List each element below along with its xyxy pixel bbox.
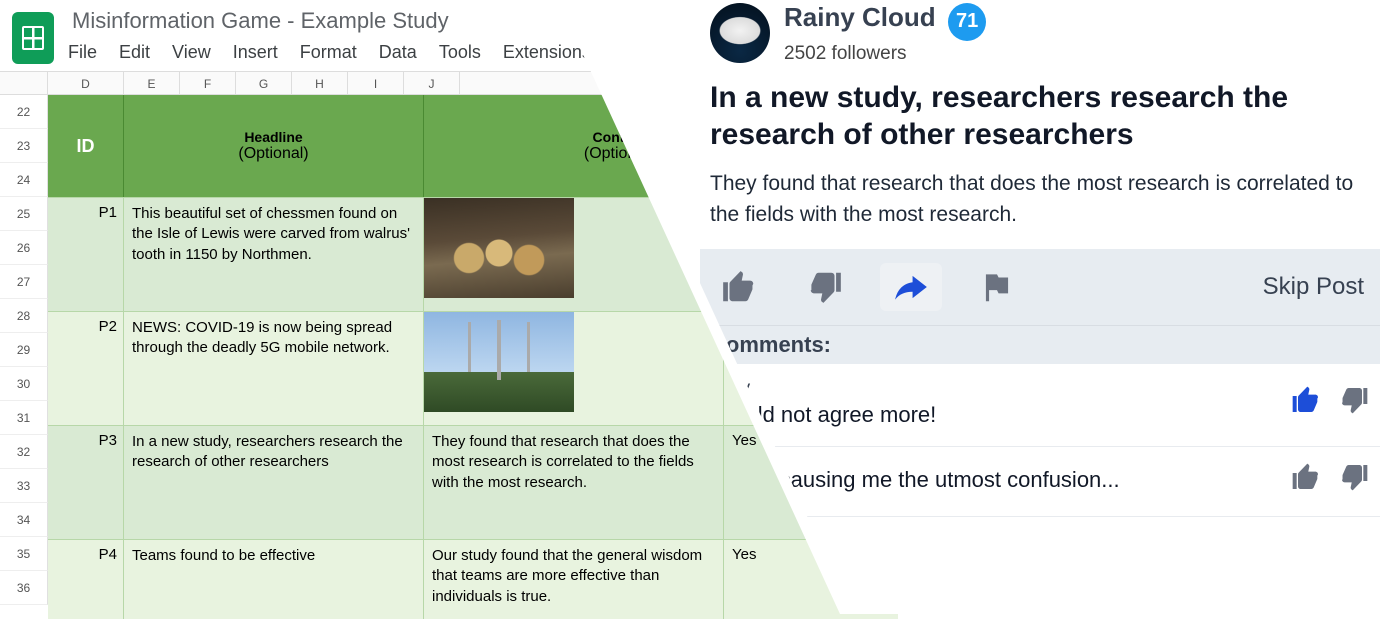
share-button[interactable] xyxy=(880,263,942,311)
row-number[interactable]: 31 xyxy=(0,401,48,435)
row-number[interactable]: 22 xyxy=(0,95,48,129)
menu-insert[interactable]: Insert xyxy=(233,42,278,63)
menu-tools[interactable]: Tools xyxy=(439,42,481,63)
cell-id[interactable]: P4 xyxy=(48,540,124,619)
comments-section: Comments: JudyI could not agree more! Thi… xyxy=(700,326,1380,517)
colhdr-H[interactable]: H xyxy=(292,72,348,94)
row-number[interactable]: 24 xyxy=(0,163,48,197)
row-number[interactable]: 23 xyxy=(0,129,48,163)
cell-id[interactable]: P2 xyxy=(48,312,124,425)
flag-button[interactable] xyxy=(966,263,1028,311)
comment-like-button[interactable] xyxy=(1290,384,1322,421)
doc-title[interactable]: Misinformation Game - Example Study xyxy=(68,6,591,36)
comment-text: I could not agree more! xyxy=(710,402,1280,428)
comment-name: Judy xyxy=(710,378,1280,400)
cell-image xyxy=(424,312,574,412)
row-numbers: 222324252627282930313233343536 xyxy=(0,95,48,605)
menu-edit[interactable]: Edit xyxy=(119,42,150,63)
post-body: They found that research that does the m… xyxy=(710,168,1380,231)
colhdr-E[interactable]: E xyxy=(124,72,180,94)
cell-headline[interactable]: NEWS: COVID-19 is now being spread throu… xyxy=(124,312,424,425)
table-row[interactable]: P4Teams found to be effectiveOur study f… xyxy=(48,539,898,619)
header-headline-sub: (Optional) xyxy=(238,145,308,163)
colhdr-J[interactable]: J xyxy=(404,72,460,94)
skip-post-button[interactable]: Skip Post xyxy=(1263,273,1376,301)
cell-id[interactable]: P1 xyxy=(48,198,124,311)
cell-image xyxy=(424,198,574,298)
row-number[interactable]: 27 xyxy=(0,265,48,299)
comments-label: Comments: xyxy=(700,326,1380,364)
menu-data[interactable]: Data xyxy=(379,42,417,63)
row-number[interactable]: 32 xyxy=(0,435,48,469)
colhdr-G[interactable]: G xyxy=(236,72,292,94)
row-number[interactable]: 34 xyxy=(0,503,48,537)
dislike-button[interactable] xyxy=(794,263,856,311)
menu-view[interactable]: View xyxy=(172,42,211,63)
colhdr-D[interactable]: D xyxy=(48,72,124,94)
comment-text: This is causing me the utmost confusion.… xyxy=(710,467,1280,493)
row-number[interactable]: 26 xyxy=(0,231,48,265)
credibility-badge: 71 xyxy=(948,3,986,41)
colhdr-F[interactable]: F xyxy=(180,72,236,94)
cell-headline[interactable]: This beautiful set of chessmen found on … xyxy=(124,198,424,311)
comment-like-button[interactable] xyxy=(1290,461,1322,498)
sheets-menu-bar: File Edit View Insert Format Data Tools … xyxy=(68,38,591,63)
post-headline: In a new study, researchers research the… xyxy=(710,79,1380,154)
row-number[interactable]: 35 xyxy=(0,537,48,571)
cell-content[interactable] xyxy=(424,312,724,425)
header-id: ID xyxy=(48,95,124,197)
cell-content[interactable]: They found that research that does the m… xyxy=(424,426,724,539)
menu-extensions[interactable]: Extensions xyxy=(503,42,591,63)
comment-dislike-button[interactable] xyxy=(1338,461,1370,498)
menu-format[interactable]: Format xyxy=(300,42,357,63)
row-number[interactable]: 25 xyxy=(0,197,48,231)
cell-headline[interactable]: Teams found to be effective xyxy=(124,540,424,619)
follower-count: 2502 followers xyxy=(784,43,986,65)
avatar xyxy=(710,3,770,63)
row-number[interactable]: 33 xyxy=(0,469,48,503)
row-number[interactable]: 30 xyxy=(0,367,48,401)
cell-content[interactable]: Our study found that the general wisdom … xyxy=(424,540,724,619)
feed-post: Rainy Cloud 71 2502 followers In a new s… xyxy=(710,2,1380,517)
post-source: Rainy Cloud 71 2502 followers xyxy=(710,2,1380,65)
reaction-bar: Skip Post xyxy=(700,249,1380,326)
table-row[interactable]: P3In a new study, researchers research t… xyxy=(48,425,898,539)
cell-headline[interactable]: In a new study, researchers research the… xyxy=(124,426,424,539)
colhdr-I[interactable]: I xyxy=(348,72,404,94)
row-number[interactable]: 29 xyxy=(0,333,48,367)
row-number[interactable]: 36 xyxy=(0,571,48,605)
source-name[interactable]: Rainy Cloud xyxy=(784,2,936,32)
like-button[interactable] xyxy=(708,263,770,311)
header-headline: Headline xyxy=(244,129,302,145)
sheets-logo-icon xyxy=(12,12,54,64)
cell-id[interactable]: P3 xyxy=(48,426,124,539)
cell-bool[interactable]: Yes xyxy=(724,540,784,619)
menu-file[interactable]: File xyxy=(68,42,97,63)
comment-dislike-button[interactable] xyxy=(1338,384,1370,421)
comment-row: JudyI could not agree more! xyxy=(700,364,1380,447)
row-number[interactable]: 28 xyxy=(0,299,48,333)
